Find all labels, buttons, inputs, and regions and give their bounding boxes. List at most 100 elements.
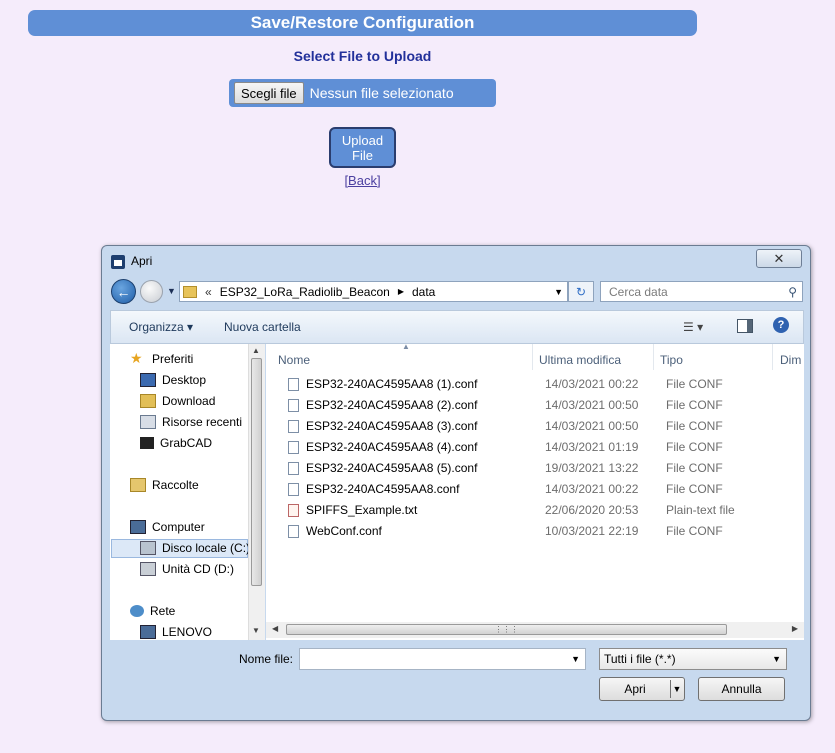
back-arrow-icon[interactable]: ← bbox=[111, 279, 136, 304]
grabcad-icon bbox=[140, 437, 154, 449]
command-toolbar: Organizza ▾ Nuova cartella ☰ ▾ ? bbox=[110, 310, 804, 344]
computer-icon bbox=[130, 520, 146, 534]
nav-favorites[interactable]: ★ Preferiti bbox=[130, 350, 193, 368]
file-type-filter[interactable]: Tutti i file (*.*) ▼ bbox=[599, 648, 787, 670]
address-dropdown-icon[interactable]: ▼ bbox=[554, 287, 563, 297]
desktop-icon bbox=[140, 373, 156, 387]
network-icon bbox=[130, 605, 144, 617]
file-row[interactable]: ESP32-240AC4595AA8 (4).conf 14/03/2021 0… bbox=[288, 437, 804, 457]
back-link[interactable]: [Back] bbox=[0, 173, 725, 188]
file-row[interactable]: ESP32-240AC4595AA8.conf 14/03/2021 00:22… bbox=[288, 479, 804, 499]
close-icon: ✕ bbox=[773, 250, 785, 266]
scroll-left-icon[interactable]: ◀ bbox=[272, 624, 278, 633]
download-folder-icon bbox=[140, 394, 156, 408]
conf-file-icon bbox=[288, 377, 299, 391]
refresh-icon[interactable]: ↻ bbox=[568, 281, 594, 302]
horizontal-scroll-thumb[interactable]: ⋮⋮⋮ bbox=[286, 624, 727, 635]
search-placeholder: Cerca data bbox=[609, 284, 668, 299]
organize-menu[interactable]: Organizza ▾ bbox=[129, 320, 193, 334]
preview-pane-icon[interactable] bbox=[737, 319, 753, 333]
upload-label-line2: File bbox=[352, 147, 373, 163]
chevron-down-icon[interactable]: ▼ bbox=[772, 654, 781, 664]
search-input[interactable]: Cerca data ⚲ bbox=[600, 281, 803, 302]
open-button[interactable]: Apri ▼ bbox=[599, 677, 685, 701]
file-row[interactable]: ESP32-240AC4595AA8 (3).conf 14/03/2021 0… bbox=[288, 416, 804, 436]
scroll-down-icon[interactable]: ▼ bbox=[252, 626, 260, 635]
file-input[interactable]: Scegli file Nessun file selezionato bbox=[229, 79, 496, 107]
column-header-name[interactable]: Nome bbox=[278, 353, 310, 367]
nav-computer[interactable]: Computer bbox=[130, 518, 205, 536]
file-row[interactable]: ESP32-240AC4595AA8 (1).conf 14/03/2021 0… bbox=[288, 374, 804, 394]
nav-lenovo[interactable]: LENOVO bbox=[140, 623, 212, 640]
nav-download[interactable]: Download bbox=[140, 392, 215, 410]
recent-places-icon bbox=[140, 415, 156, 429]
nav-recent[interactable]: Risorse recenti bbox=[140, 413, 242, 431]
column-divider[interactable] bbox=[653, 344, 654, 370]
file-list-horizontal-scrollbar[interactable]: ◀ ⋮⋮⋮ ▶ bbox=[266, 622, 804, 638]
forward-arrow-icon[interactable] bbox=[140, 280, 163, 303]
open-button-label: Apri bbox=[624, 682, 646, 696]
nav-grabcad[interactable]: GrabCAD bbox=[140, 434, 212, 452]
open-file-dialog: Apri ✕ ← ▼ « ESP32_LoRa_Radiolib_Beacon … bbox=[101, 245, 811, 721]
nav-network[interactable]: Rete bbox=[130, 602, 175, 620]
conf-file-icon bbox=[288, 524, 299, 538]
chevron-down-icon[interactable]: ▼ bbox=[571, 654, 580, 664]
conf-file-icon bbox=[288, 398, 299, 412]
file-type-filter-value: Tutti i file (*.*) bbox=[604, 652, 676, 666]
nav-pane-scrollbar[interactable]: ▲ ▼ bbox=[248, 344, 265, 640]
address-bar[interactable]: « ESP32_LoRa_Radiolib_Beacon ▶ data ▼ bbox=[179, 281, 568, 302]
dialog-title: Apri bbox=[131, 254, 153, 268]
sort-ascending-icon: ▲ bbox=[402, 344, 410, 351]
upload-file-button[interactable]: Upload File bbox=[329, 127, 396, 168]
search-icon[interactable]: ⚲ bbox=[788, 285, 797, 299]
app-icon bbox=[111, 255, 125, 269]
choose-file-button[interactable]: Scegli file bbox=[234, 82, 304, 104]
scroll-right-icon[interactable]: ▶ bbox=[792, 624, 798, 633]
breadcrumb-data[interactable]: data bbox=[412, 285, 435, 299]
conf-file-icon bbox=[288, 419, 299, 433]
column-header-modified[interactable]: Ultima modifica bbox=[539, 353, 621, 367]
conf-file-icon bbox=[288, 440, 299, 454]
column-divider[interactable] bbox=[532, 344, 533, 370]
conf-file-icon bbox=[288, 461, 299, 475]
breadcrumb-separator-icon[interactable]: ▶ bbox=[398, 287, 404, 296]
recent-locations-dropdown-icon[interactable]: ▼ bbox=[167, 286, 176, 296]
new-folder-button[interactable]: Nuova cartella bbox=[224, 320, 301, 334]
column-divider[interactable] bbox=[772, 344, 773, 370]
file-row[interactable]: ESP32-240AC4595AA8 (5).conf 19/03/2021 1… bbox=[288, 458, 804, 478]
filename-field[interactable]: ▼ bbox=[299, 648, 586, 670]
nav-cd-drive[interactable]: Unità CD (D:) bbox=[140, 560, 234, 578]
nav-desktop[interactable]: Desktop bbox=[140, 371, 206, 389]
breadcrumb-project[interactable]: ESP32_LoRa_Radiolib_Beacon bbox=[220, 285, 390, 299]
column-header-size[interactable]: Dim bbox=[780, 353, 801, 367]
file-row[interactable]: SPIFFS_Example.txt 22/06/2020 20:53 Plai… bbox=[288, 500, 804, 520]
conf-file-icon bbox=[288, 482, 299, 496]
hard-drive-icon bbox=[140, 541, 156, 555]
cancel-button[interactable]: Annulla bbox=[698, 677, 785, 701]
page-subtitle: Select File to Upload bbox=[293, 48, 432, 64]
cd-drive-icon bbox=[140, 562, 156, 576]
filename-label: Nome file: bbox=[239, 652, 294, 666]
nav-scroll-thumb[interactable] bbox=[251, 358, 262, 586]
open-options-dropdown-icon[interactable]: ▼ bbox=[670, 680, 683, 698]
no-file-selected-text: Nessun file selezionato bbox=[309, 85, 454, 101]
file-row[interactable]: WebConf.conf 10/03/2021 22:19 File CONF bbox=[288, 521, 804, 541]
file-list: ▲ Nome Ultima modifica Tipo Dim ESP32-24… bbox=[266, 344, 804, 640]
nav-local-disk[interactable]: Disco locale (C:) bbox=[140, 539, 250, 557]
scroll-up-icon[interactable]: ▲ bbox=[252, 346, 260, 355]
back-link-text[interactable]: [Back] bbox=[344, 173, 380, 188]
upload-label-line1: Upload bbox=[341, 132, 384, 148]
libraries-icon bbox=[130, 478, 146, 492]
file-row[interactable]: ESP32-240AC4595AA8 (2).conf 14/03/2021 0… bbox=[288, 395, 804, 415]
address-overflow-chevron[interactable]: « bbox=[205, 285, 212, 299]
folder-icon bbox=[183, 285, 197, 298]
close-button[interactable]: ✕ bbox=[756, 249, 802, 268]
nav-libraries[interactable]: Raccolte bbox=[130, 476, 199, 494]
navigation-pane: ★ Preferiti Desktop Download Risorse rec… bbox=[110, 344, 260, 640]
page-title: Save/Restore Configuration bbox=[28, 10, 697, 36]
text-file-icon bbox=[288, 503, 299, 517]
column-header-type[interactable]: Tipo bbox=[660, 353, 683, 367]
view-options-icon[interactable]: ☰ ▾ bbox=[683, 320, 703, 334]
help-icon[interactable]: ? bbox=[773, 317, 789, 333]
star-icon: ★ bbox=[130, 350, 143, 366]
